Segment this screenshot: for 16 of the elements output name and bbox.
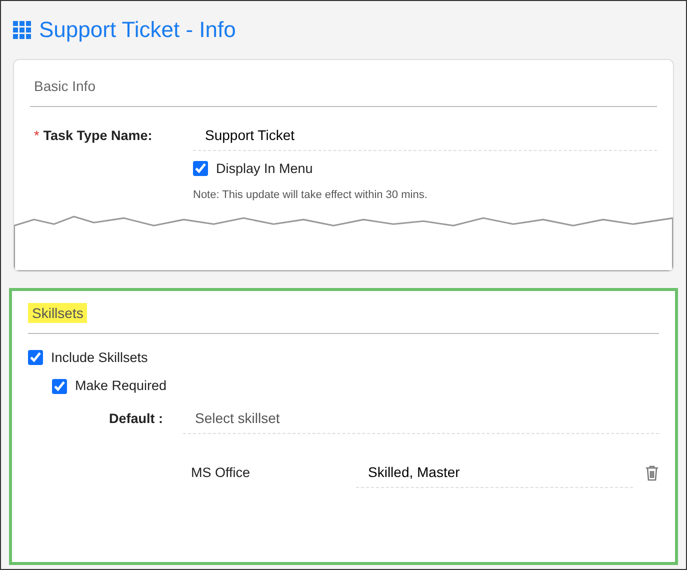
page-title: Support Ticket - Info bbox=[39, 17, 236, 44]
checkbox-label: Display In Menu bbox=[216, 160, 313, 178]
checkbox[interactable] bbox=[52, 378, 67, 394]
section-heading: Skillsets bbox=[28, 303, 88, 324]
grid-icon bbox=[13, 21, 31, 40]
field-label: Default : bbox=[108, 410, 164, 428]
section-heading: Basic Info bbox=[33, 77, 96, 96]
field-label: Task Type Name: bbox=[43, 126, 152, 145]
trash-icon[interactable] bbox=[645, 465, 659, 482]
note-text: Note: This update will take effect within 30 mins. bbox=[193, 188, 428, 203]
checkbox-label: Include Skillsets bbox=[51, 348, 148, 367]
skill-name: MS Office bbox=[191, 464, 252, 482]
checkbox-label: Make Required bbox=[75, 376, 167, 395]
checkbox[interactable] bbox=[28, 350, 43, 366]
required-mark: * bbox=[34, 126, 40, 145]
checkbox[interactable] bbox=[193, 161, 208, 176]
